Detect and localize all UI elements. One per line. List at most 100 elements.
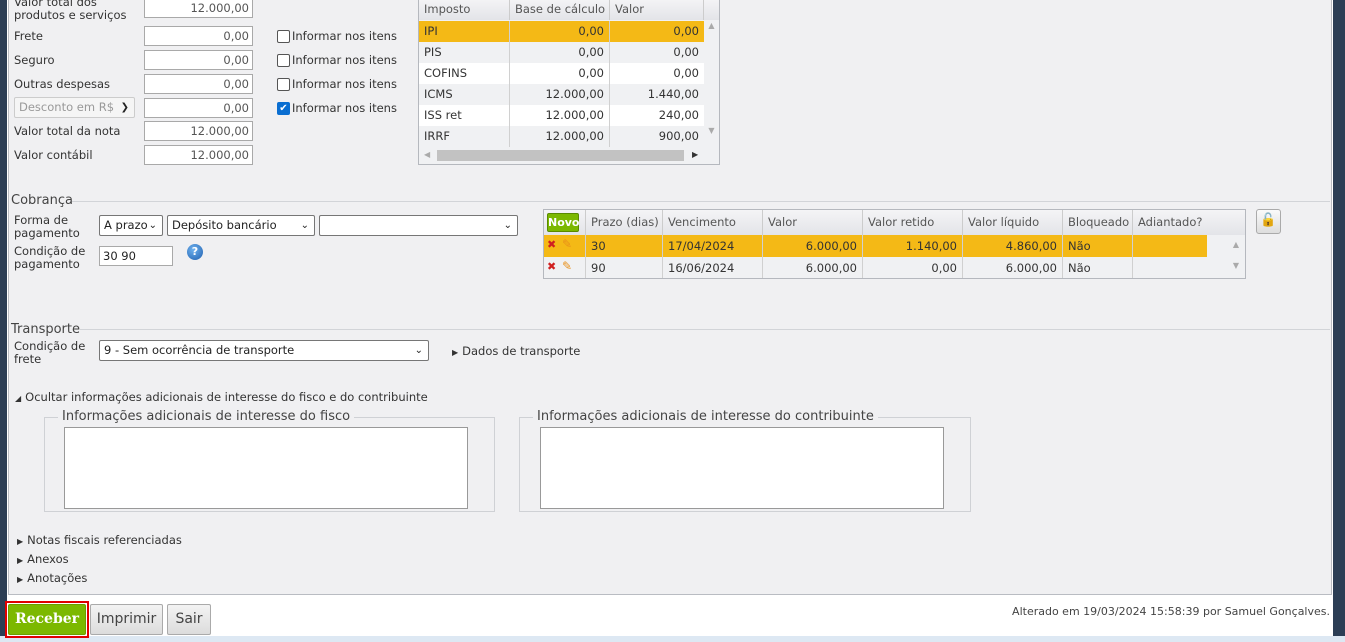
contribuinte-textarea[interactable] <box>540 427 944 509</box>
installment-row[interactable]: ✖ ✎ 30 17/04/2024 6.000,00 1.140,00 4.860,00 Nã… <box>544 235 1207 257</box>
label-outras-despesas: Outras despesas <box>14 77 111 91</box>
anotacoes-label: Anotações <box>27 571 88 585</box>
tax-cell: COFINS <box>419 63 510 84</box>
valor-contabil-field[interactable]: 12.000,00 <box>144 145 253 165</box>
seguro-informar-checkbox[interactable] <box>277 54 290 67</box>
tax-cell: 0,00 <box>673 24 699 38</box>
tax-cell: 12.000,00 <box>510 84 610 105</box>
sair-button[interactable]: Sair <box>167 604 211 635</box>
tax-row[interactable]: IPI 0,00 0,00 <box>419 21 704 42</box>
frete-informar-checkbox[interactable] <box>277 30 290 43</box>
chevron-down-icon: ⌄ <box>300 220 309 231</box>
total-produtos-field[interactable]: 12.000,00 <box>144 0 253 18</box>
scroll-thumb[interactable] <box>437 150 684 161</box>
scroll-right-icon[interactable]: ▶ <box>692 150 698 159</box>
col-imposto[interactable]: Imposto <box>419 0 510 20</box>
label-valor-contabil: Valor contábil <box>14 148 93 162</box>
tax-vertical-scrollbar[interactable]: ▲ ▼ <box>704 21 719 148</box>
seguro-field[interactable]: 0,00 <box>144 50 253 70</box>
tax-horizontal-scrollbar[interactable]: ◀ ▶ <box>419 148 704 164</box>
tax-cell: ICMS <box>419 84 510 105</box>
tax-row[interactable]: COFINS 0,00 0,00 <box>419 63 704 84</box>
novo-button[interactable]: Novo <box>547 213 580 232</box>
chevron-down-icon: ⌄ <box>414 345 423 356</box>
anexos-link[interactable]: ▶ Anexos <box>17 553 69 567</box>
col-valor[interactable]: Valor <box>610 0 704 20</box>
scroll-left-icon[interactable]: ◀ <box>424 150 430 159</box>
edit-pencil-icon[interactable]: ✎ <box>562 259 572 273</box>
tax-row[interactable]: ICMS 12.000,00 1.440,00 <box>419 84 704 105</box>
installment-cell: 4.860,00 <box>962 235 1062 257</box>
outras-informar-label: Informar nos itens <box>292 77 397 91</box>
delete-icon[interactable]: ✖ <box>547 238 556 251</box>
installments-col-header[interactable]: Adiantado? <box>1132 210 1227 235</box>
scroll-down-icon[interactable]: ▼ <box>704 126 719 135</box>
forma-pagamento-label: Forma de pagamento <box>14 213 80 240</box>
col-base[interactable]: Base de cálculo <box>510 0 610 20</box>
notas-referenciadas-link[interactable]: ▶ Notas fiscais referenciadas <box>17 534 182 548</box>
bottom-edge <box>0 636 1345 642</box>
edit-pencil-icon[interactable]: ✎ <box>562 237 572 251</box>
right-scrollbar[interactable] <box>1333 0 1345 636</box>
tax-cell: IPI <box>419 21 510 42</box>
outras-despesas-field[interactable]: 0,00 <box>144 74 253 94</box>
installments-col-header[interactable]: Valor <box>762 210 862 235</box>
tax-cell: ISS ret <box>419 105 510 126</box>
receber-button[interactable]: Receber <box>8 604 86 635</box>
tax-cell: 0,00 <box>673 45 699 59</box>
conta-select[interactable]: ⌄ <box>319 215 518 236</box>
installments-header: Novo Prazo (dias) Vencimento Valor Valor re… <box>544 210 1245 235</box>
condicao-frete-label: Condição de frete <box>14 339 86 366</box>
scroll-up-icon[interactable]: ▲ <box>704 21 719 30</box>
installments-scrollbar[interactable]: ▲ ▼ <box>1227 235 1245 278</box>
tax-cell: 0,00 <box>673 66 699 80</box>
anexos-label: Anexos <box>27 552 69 566</box>
tax-cell: 12.000,00 <box>510 105 610 126</box>
anotacoes-link[interactable]: ▶ Anotações <box>17 572 87 586</box>
desconto-type-value: Desconto em R$ <box>19 100 115 114</box>
tax-grid-header: Imposto Base de cálculo Valor <box>419 0 719 20</box>
dados-transporte-label: Dados de transporte <box>462 344 581 358</box>
desconto-type-select[interactable]: Desconto em R$ ❯ <box>14 97 135 118</box>
frete-field[interactable]: 0,00 <box>144 26 253 46</box>
imprimir-button[interactable]: Imprimir <box>90 604 163 635</box>
help-icon[interactable]: ? <box>187 244 203 260</box>
installment-cell: 0,00 <box>862 257 962 278</box>
tax-cell: IRRF <box>419 126 510 147</box>
tax-cell: 0,00 <box>510 42 610 63</box>
installments-col-header[interactable]: Bloqueado <box>1062 210 1132 235</box>
tax-cell: 1.440,00 <box>647 87 699 101</box>
ocultar-info-toggle[interactable]: ◢ Ocultar informações adicionais de inter… <box>15 391 428 405</box>
desconto-field[interactable]: 0,00 <box>144 98 253 118</box>
desconto-informar-label: Informar nos itens <box>292 101 397 115</box>
tax-row[interactable]: ISS ret 12.000,00 240,00 <box>419 105 704 126</box>
outras-informar-checkbox[interactable] <box>277 78 290 91</box>
transporte-legend: Transporte <box>11 322 80 337</box>
valor-total-nota-field[interactable]: 12.000,00 <box>144 121 253 141</box>
unlock-icon[interactable]: 🔓 <box>1256 209 1281 234</box>
installments-col-header[interactable]: Prazo (dias) <box>585 210 662 235</box>
installment-cell: 17/04/2024 <box>662 235 762 257</box>
caret-right-icon: ▶ <box>17 537 24 546</box>
notas-referenciadas-label: Notas fiscais referenciadas <box>27 533 182 547</box>
meio-pagamento-select[interactable]: Depósito bancário ⌄ <box>167 215 315 236</box>
condicao-pagamento-field[interactable]: 30 90 <box>99 246 173 266</box>
tax-cell: 900,00 <box>658 129 699 143</box>
installment-cell: Não <box>1062 257 1132 278</box>
installments-col-header[interactable]: Valor retido <box>862 210 962 235</box>
delete-icon[interactable]: ✖ <box>547 260 556 273</box>
installments-col-header[interactable]: Vencimento <box>662 210 762 235</box>
forma-pagamento-select[interactable]: A prazo ⌄ <box>99 215 163 236</box>
fisco-textarea[interactable] <box>64 427 468 509</box>
installment-cell: 30 <box>585 235 662 257</box>
tax-row[interactable]: IRRF 12.000,00 900,00 <box>419 126 704 147</box>
chevron-down-icon: ❯ <box>120 102 129 113</box>
scroll-up-icon[interactable]: ▲ <box>1227 240 1245 249</box>
desconto-informar-checkbox[interactable]: ✔ <box>277 102 290 115</box>
tax-row[interactable]: PIS 0,00 0,00 <box>419 42 704 63</box>
dados-transporte-link[interactable]: ▶ Dados de transporte <box>452 345 580 359</box>
installment-row[interactable]: ✖ ✎ 90 16/06/2024 6.000,00 0,00 6.000,00 Não <box>544 257 1227 278</box>
installments-col-header[interactable]: Valor líquido <box>962 210 1062 235</box>
condicao-frete-select[interactable]: 9 - Sem ocorrência de transporte ⌄ <box>99 340 429 361</box>
scroll-down-icon[interactable]: ▼ <box>1227 261 1245 270</box>
